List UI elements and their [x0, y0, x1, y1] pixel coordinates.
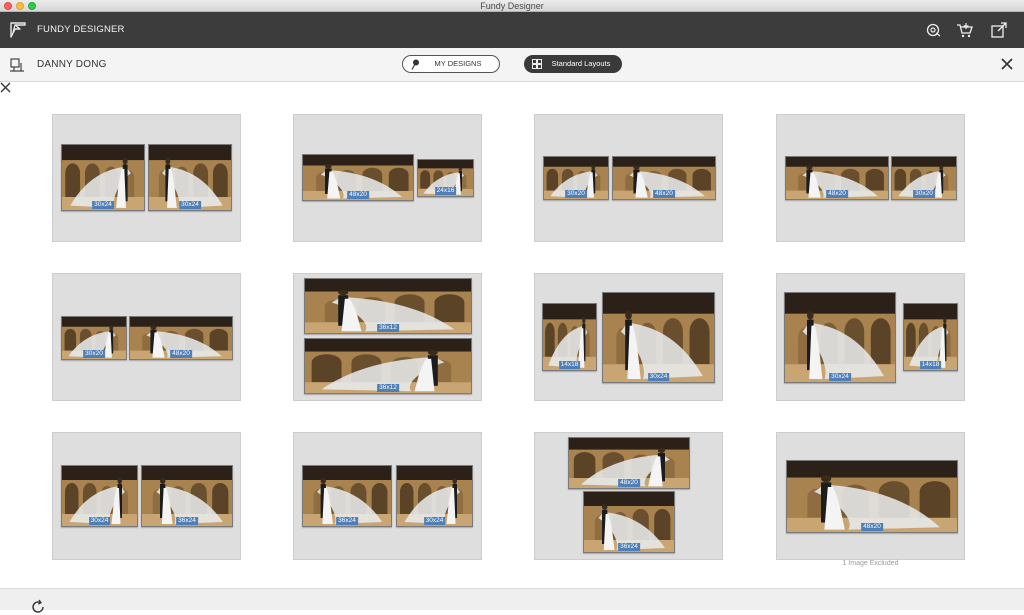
- client-icon: [10, 58, 24, 72]
- layout-photo: 48x20: [302, 154, 414, 201]
- layout-photo: 48x20: [612, 156, 716, 200]
- fundy-logo-icon: [10, 22, 26, 38]
- layout-photo: 30x24: [396, 465, 473, 527]
- print-size-label: 14x18: [919, 361, 942, 369]
- layout-photo: 48x20: [785, 156, 889, 200]
- my-designs-label: MY DESIGNS: [434, 59, 482, 68]
- print-size-label: 30x20: [83, 350, 105, 358]
- refresh-icon[interactable]: [30, 599, 46, 615]
- layout-card[interactable]: 36x12 36x12: [293, 273, 482, 401]
- print-size-label: 48x20: [861, 523, 883, 531]
- print-size-label: 30x24: [88, 517, 111, 525]
- print-size-label: 30x20: [565, 190, 587, 198]
- print-size-label: 14x18: [558, 361, 581, 369]
- layout-photo: 48x20: [129, 316, 233, 360]
- print-size-label: 24x16: [434, 187, 457, 195]
- print-size-label: 30x24: [647, 373, 670, 381]
- layout-card[interactable]: 30x20 48x20: [52, 273, 241, 401]
- print-size-label: 30x24: [92, 201, 114, 209]
- layout-photo: 30x24: [148, 144, 232, 211]
- pin-icon: [411, 59, 419, 70]
- window-titlebar: Fundy Designer: [0, 0, 1024, 12]
- layout-photo: 36x12: [304, 278, 472, 334]
- layout-photo: 14x18: [542, 303, 597, 371]
- export-icon[interactable]: [990, 21, 1008, 39]
- print-size-label: 48x20: [653, 190, 675, 198]
- layout-photo: 30x20: [891, 156, 957, 200]
- project-bar: DANNY DONG MY DESIGNS Standard Layouts: [0, 48, 1024, 82]
- print-size-label: 30x20: [913, 190, 935, 198]
- app-header: FUNDY DESIGNER: [0, 12, 1024, 48]
- layout-card[interactable]: 48x20 30x20: [776, 114, 965, 242]
- layout-photo: 30x24: [61, 465, 138, 527]
- print-size-label: 48x20: [618, 479, 640, 487]
- layout-photo: 36x24: [583, 491, 675, 553]
- excluded-note: 1 Image Excluded: [842, 560, 899, 567]
- print-size-label: 30x24: [179, 201, 201, 209]
- print-size-label: 30x24: [423, 517, 446, 525]
- print-size-label: 36x24: [336, 517, 358, 525]
- print-size-label: 30x24: [829, 373, 851, 381]
- layout-photo: 30x24: [602, 292, 715, 383]
- layout-card[interactable]: 30x24 30x24: [52, 114, 241, 242]
- layout-photo: 24x16: [417, 159, 474, 197]
- standard-layouts-label: Standard Layouts: [551, 59, 611, 68]
- cart-icon[interactable]: [956, 21, 974, 39]
- layout-photo: 36x12: [304, 338, 472, 394]
- print-size-label: 36x24: [618, 543, 640, 551]
- layout-photo: 30x24: [61, 144, 145, 211]
- print-size-label: 48x20: [170, 350, 192, 358]
- client-name: DANNY DONG: [37, 59, 107, 70]
- close-icon[interactable]: [1000, 57, 1014, 71]
- layout-card[interactable]: 30x20 48x20: [534, 114, 723, 242]
- layout-card[interactable]: 36x24 30x24: [293, 432, 482, 560]
- layout-card[interactable]: 48x20: [776, 432, 965, 560]
- app-name: FUNDY DESIGNER: [37, 24, 125, 35]
- print-size-label: 36x12: [377, 324, 399, 332]
- layout-photo: 30x20: [543, 156, 609, 200]
- print-size-label: 48x20: [347, 191, 369, 199]
- window-title: Fundy Designer: [480, 1, 544, 11]
- layout-card[interactable]: 30x24 36x24: [52, 432, 241, 560]
- my-designs-button[interactable]: MY DESIGNS: [402, 55, 500, 73]
- print-size-label: 36x24: [176, 517, 198, 525]
- layout-photo: 48x20: [786, 460, 958, 533]
- layout-photo: 36x24: [302, 465, 392, 527]
- standard-layouts-button[interactable]: Standard Layouts: [524, 55, 622, 73]
- layout-photo: 36x24: [141, 465, 233, 527]
- layout-card[interactable]: 14x18 30x24: [534, 273, 723, 401]
- layout-photo: 14x18: [903, 303, 958, 371]
- layout-card[interactable]: 48x20 24x16: [293, 114, 482, 242]
- print-size-label: 36x12: [377, 384, 399, 392]
- cart-settings-icon[interactable]: [925, 21, 943, 39]
- print-size-label: 48x20: [826, 190, 848, 198]
- layout-photo: 48x20: [568, 437, 690, 489]
- grid-icon: [532, 59, 542, 69]
- layout-card[interactable]: 48x20 36x24: [534, 432, 723, 560]
- layout-card[interactable]: 30x24 14x18: [776, 273, 965, 401]
- close-panel-icon[interactable]: [0, 82, 11, 93]
- layout-photo: 30x20: [61, 316, 127, 360]
- layout-photo: 30x24: [784, 292, 896, 383]
- footer-bar: [0, 588, 1024, 613]
